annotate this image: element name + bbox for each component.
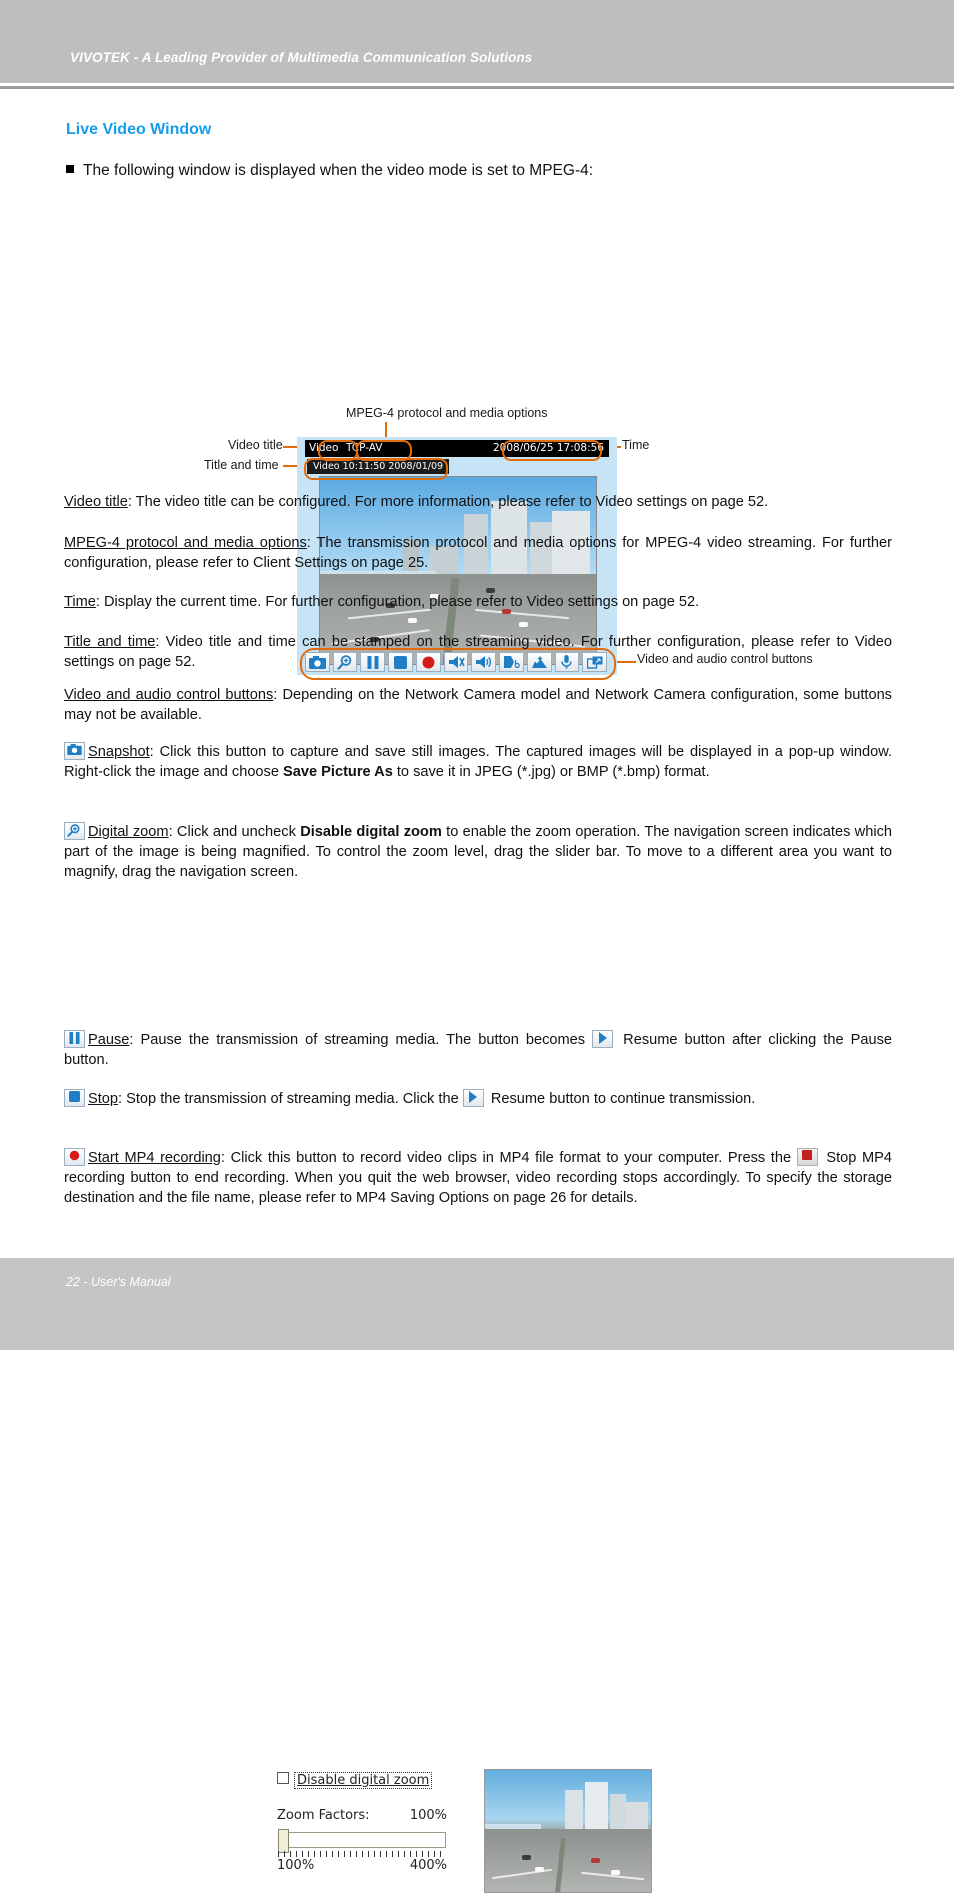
page-header: VIVOTEK - A Leading Provider of Multimed…: [0, 0, 954, 83]
record-icon[interactable]: [64, 1148, 85, 1166]
zoom-slider-ticks: [278, 1851, 446, 1857]
paragraph-mp4-recording: Start MP4 recording: Click this button t…: [64, 1148, 892, 1208]
text-snapshot-b: to save it in JPEG (*.jpg) or BMP (*.bmp…: [392, 764, 710, 780]
zoom-range-row: 100% 400%: [277, 1858, 447, 1873]
bullet-square-icon: [66, 165, 74, 173]
highlight-ring-title-time: [304, 458, 448, 480]
resume-icon[interactable]: [592, 1030, 614, 1048]
paragraph-control-buttons: Video and audio control buttons: Dependi…: [64, 685, 892, 725]
text-mp4-a: : Click this button to record video clip…: [220, 1150, 797, 1166]
text-zoom-a: : Click and uncheck: [168, 824, 301, 840]
digital-zoom-icon[interactable]: [64, 822, 85, 840]
zoom-slider-track[interactable]: [278, 1832, 446, 1848]
text-snapshot-bold: Save Picture As: [283, 764, 393, 780]
text-zoom-bold: Disable digital zoom: [300, 824, 442, 840]
pause-icon[interactable]: [64, 1030, 85, 1048]
callout-mpeg-options: MPEG-4 protocol and media options: [346, 406, 548, 420]
term-title-and-time: Title and time: [64, 634, 156, 650]
zoom-navigation-preview[interactable]: [484, 1769, 652, 1893]
term-start-mp4-recording: Start MP4 recording: [88, 1150, 221, 1166]
stop-icon[interactable]: [64, 1089, 85, 1107]
digital-zoom-dialog-figure: Disable digital zoom Zoom Factors: 100% …: [0, 880, 954, 1893]
resume-icon[interactable]: [462, 1089, 484, 1107]
text-stop-a: : Stop the transmission of streaming med…: [118, 1091, 463, 1107]
disable-digital-zoom-label: Disable digital zoom: [294, 1772, 433, 1789]
zoom-factors-label: Zoom Factors:: [277, 1808, 370, 1823]
zoom-range-min: 100%: [277, 1858, 315, 1873]
term-stop: Stop: [88, 1091, 119, 1107]
callout-time: Time: [622, 438, 650, 452]
term-time: Time: [64, 594, 96, 610]
zoom-slider-thumb[interactable]: [278, 1829, 289, 1853]
page-title: Live Video Window: [66, 121, 212, 138]
callout-video-title: Video title: [228, 438, 283, 452]
term-video-title: Video title: [64, 494, 128, 510]
paragraph-digital-zoom: Digital zoom: Click and uncheck Disable …: [64, 822, 892, 882]
paragraph-mpeg-options: MPEG-4 protocol and media options: The t…: [64, 533, 892, 573]
term-digital-zoom: Digital zoom: [88, 824, 169, 840]
paragraph-title-and-time: Title and time: Video title and time can…: [64, 632, 892, 672]
zoom-factors-row: Zoom Factors: 100%: [277, 1808, 447, 1823]
highlight-ring-time: [502, 440, 602, 461]
header-title: VIVOTEK - A Leading Provider of Multimed…: [70, 50, 533, 65]
term-pause: Pause: [88, 1032, 130, 1048]
text-time: : Display the current time. For further …: [95, 594, 700, 610]
live-video-window-figure: MPEG-4 protocol and media options Video …: [0, 200, 954, 680]
paragraph-pause: Pause: Pause the transmission of streami…: [64, 1030, 892, 1070]
text-stop-b: Resume button to continue transmission.: [486, 1091, 756, 1107]
zoom-factors-value: 100%: [409, 1808, 447, 1823]
intro-bullet: The following window is displayed when t…: [66, 162, 896, 180]
text-title-and-time: : Video title and time can be stamped on…: [64, 634, 892, 670]
zoom-range-max: 400%: [409, 1858, 447, 1873]
term-mpeg-options: MPEG-4 protocol and media options: [64, 535, 307, 551]
term-snapshot: Snapshot: [88, 744, 150, 760]
footer-page-label: 22 - User's Manual: [66, 1275, 171, 1289]
paragraph-time: Time: Display the current time. For furt…: [64, 592, 892, 612]
paragraph-video-title: Video title: The video title can be conf…: [64, 492, 892, 512]
intro-bullet-text: The following window is displayed when t…: [83, 162, 594, 179]
disable-digital-zoom-checkbox[interactable]: [277, 1772, 289, 1784]
text-video-title: : The video title can be configured. For…: [127, 494, 769, 510]
paragraph-snapshot: Snapshot: Click this button to capture a…: [64, 742, 892, 782]
term-control-buttons: Video and audio control buttons: [64, 687, 274, 703]
snapshot-icon[interactable]: [64, 742, 85, 760]
callout-title-and-time: Title and time: [204, 458, 279, 472]
stop-mp4-recording-icon[interactable]: [796, 1148, 818, 1166]
header-divider: [0, 86, 954, 89]
disable-digital-zoom-row[interactable]: Disable digital zoom: [277, 1772, 433, 1789]
paragraph-stop: Stop: Stop the transmission of streaming…: [64, 1089, 892, 1109]
page-footer: [0, 1258, 954, 1350]
text-pause-a: : Pause the transmission of streaming me…: [129, 1032, 593, 1048]
